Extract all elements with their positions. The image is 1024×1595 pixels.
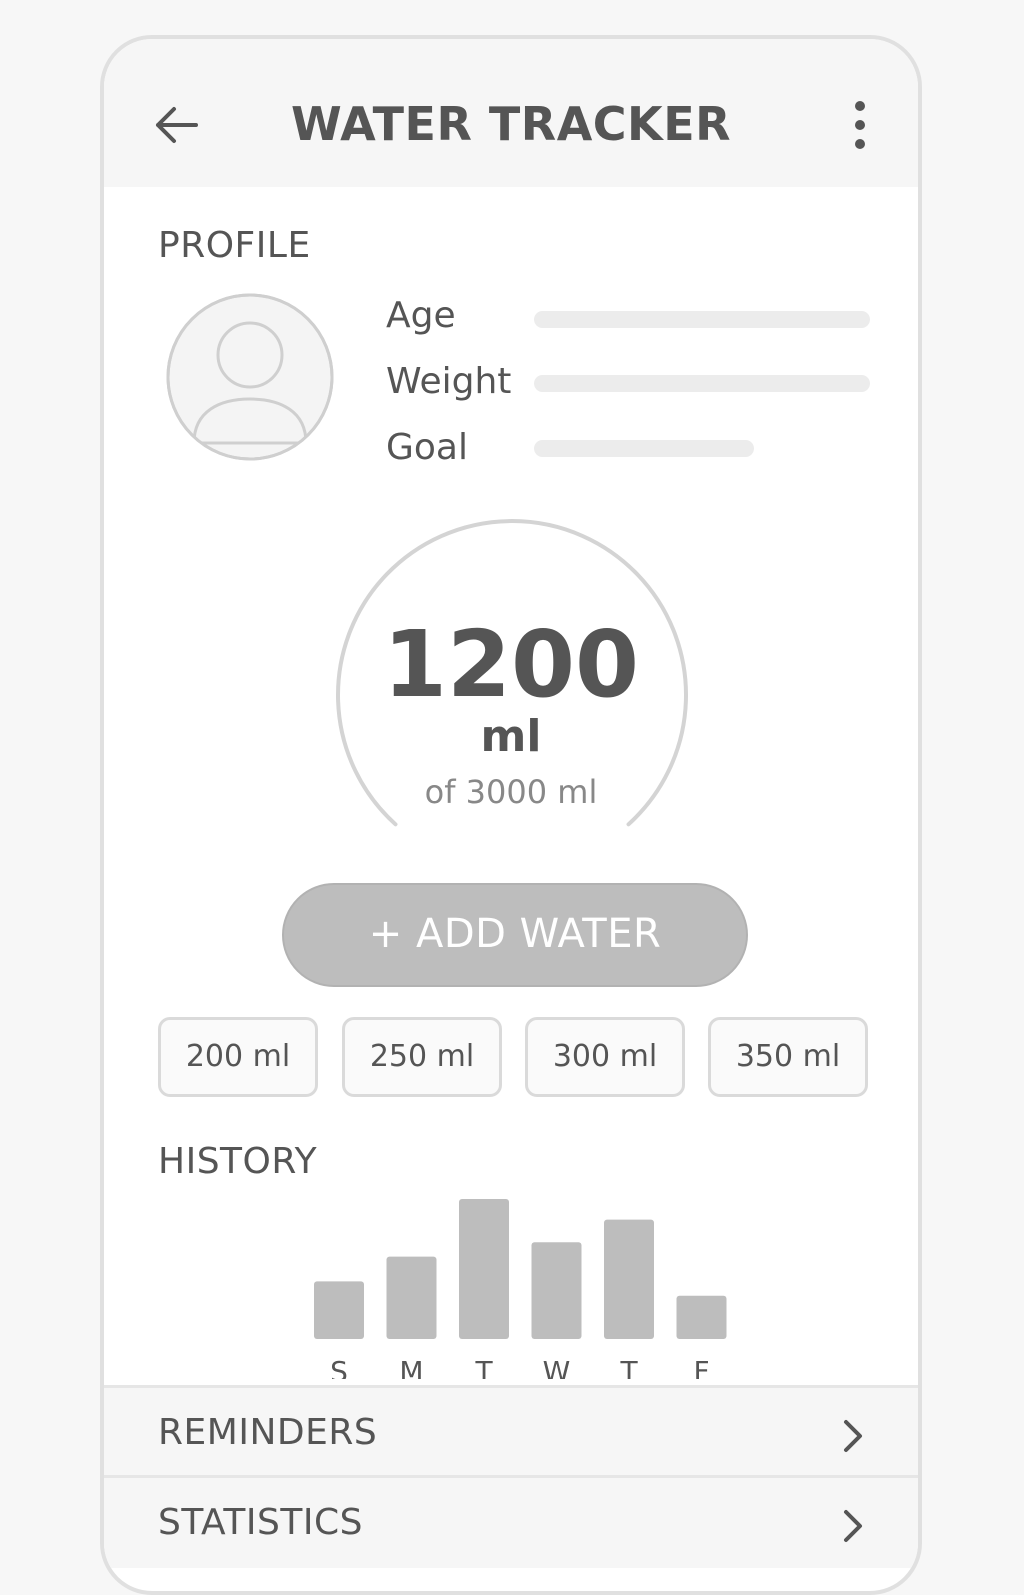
history-bar	[459, 1199, 509, 1339]
age-field[interactable]	[534, 311, 870, 328]
add-water-button[interactable]: + ADD WATER	[282, 883, 748, 987]
age-label: Age	[386, 295, 456, 336]
quick-amount-250-button[interactable]: 250 ml	[342, 1017, 502, 1097]
history-day-label: S	[330, 1355, 348, 1379]
intake-value: 1200	[382, 611, 640, 718]
history-bar	[314, 1281, 364, 1339]
chevron-right-icon	[844, 1420, 862, 1452]
statistics-label: STATISTICS	[158, 1502, 363, 1543]
goal-label: Goal	[386, 427, 468, 468]
more-vertical-icon	[855, 101, 865, 149]
intake-unit: ml	[480, 711, 542, 762]
history-day-label: F	[693, 1355, 709, 1379]
history-bar	[676, 1295, 727, 1339]
weight-field[interactable]	[534, 375, 870, 392]
reminders-label: REMINDERS	[158, 1412, 378, 1453]
history-bar	[386, 1256, 437, 1339]
intake-goal: of 3000 ml	[424, 773, 598, 811]
chevron-right-icon	[844, 1510, 862, 1542]
quick-amount-300-button[interactable]: 300 ml	[525, 1017, 685, 1097]
history-day-label: M	[399, 1355, 423, 1379]
statistics-row[interactable]: STATISTICS	[104, 1475, 918, 1568]
history-day-label: T	[619, 1355, 638, 1379]
more-menu-button[interactable]	[840, 95, 880, 155]
history-bar	[531, 1242, 582, 1339]
user-avatar-icon[interactable]	[166, 293, 334, 461]
weight-label: Weight	[386, 361, 512, 402]
history-day-label: T	[474, 1355, 493, 1379]
goal-field[interactable]	[534, 440, 754, 457]
profile-section-title: PROFILE	[158, 225, 311, 266]
page-title: WATER TRACKER	[290, 97, 732, 151]
quick-amount-350-button[interactable]: 350 ml	[708, 1017, 868, 1097]
history-bar	[604, 1219, 654, 1339]
history-bar-chart: SMTWTF	[314, 1199, 727, 1379]
history-day-label: W	[543, 1355, 571, 1379]
app-bar: WATER TRACKER	[104, 39, 918, 187]
quick-amount-200-button[interactable]: 200 ml	[158, 1017, 318, 1097]
phone-frame: WATER TRACKER PROFILE Age Weight Goal 12…	[100, 35, 922, 1595]
reminders-row[interactable]: REMINDERS	[104, 1385, 918, 1478]
